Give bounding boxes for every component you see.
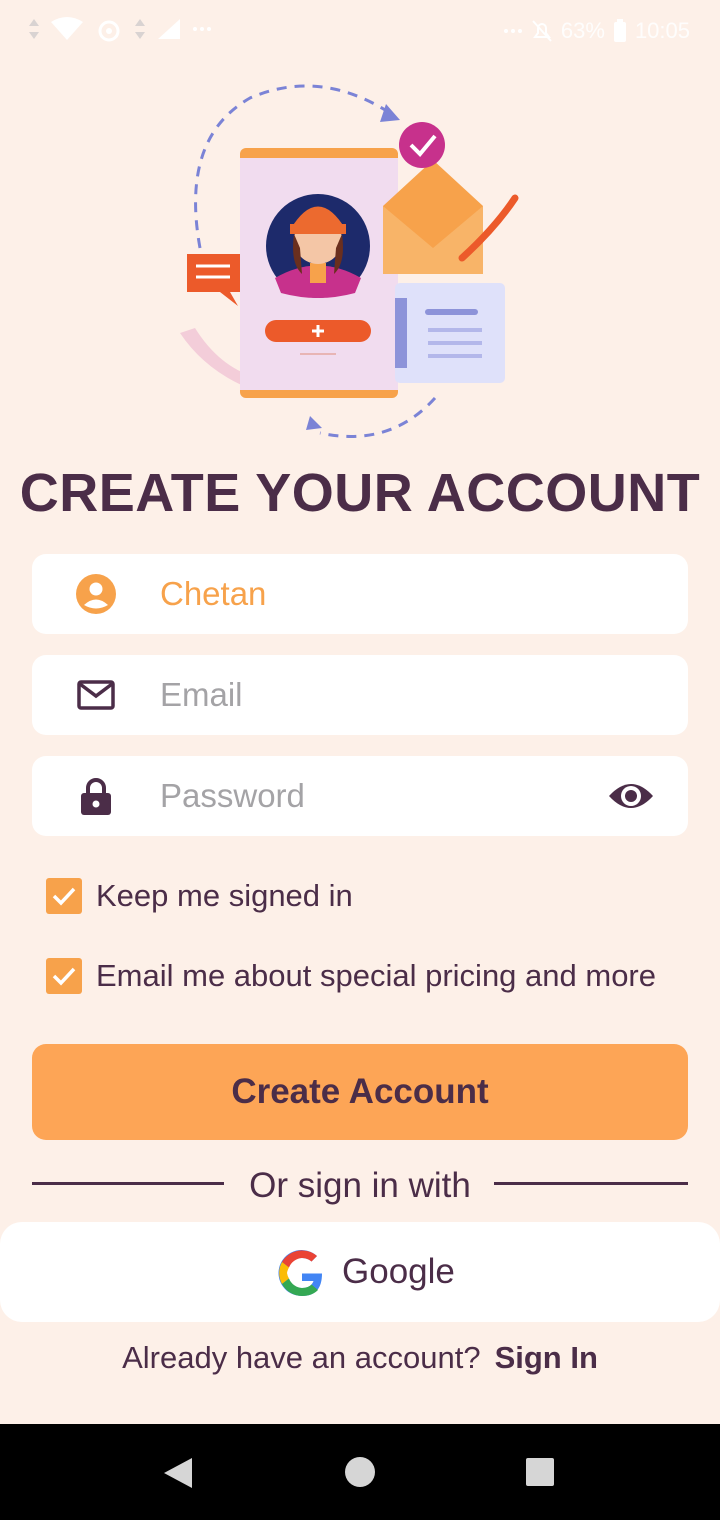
data-arrows-icon: [29, 19, 39, 39]
account-circle-icon: [76, 574, 116, 614]
password-input[interactable]: Password: [160, 776, 305, 816]
name-field[interactable]: Chetan: [32, 554, 688, 634]
status-icons-right: 63% 10:05: [503, 18, 690, 44]
password-field[interactable]: Password: [32, 756, 688, 836]
wifi-icon: [51, 17, 83, 40]
email-pricing-label: Email me about special pricing and more: [96, 958, 656, 993]
google-label: Google: [342, 1252, 455, 1291]
status-icons-left: [28, 16, 212, 42]
status-bar: 63% 10:05: [0, 0, 720, 64]
divider-text: Or sign in with: [249, 1166, 471, 1205]
name-input[interactable]: Chetan: [160, 574, 266, 614]
signin-link[interactable]: Sign In: [495, 1340, 598, 1375]
checkmark-icon: [52, 887, 76, 906]
keep-signed-in-row[interactable]: Keep me signed in: [46, 876, 353, 916]
clock: 10:05: [634, 18, 690, 43]
back-icon[interactable]: [162, 1456, 194, 1490]
divider-line-right: [494, 1182, 688, 1185]
mute-icon: [532, 20, 552, 42]
signin-prompt: Already have an account?: [122, 1340, 481, 1375]
google-signin-button[interactable]: Google: [0, 1222, 720, 1322]
email-field[interactable]: Email: [32, 655, 688, 735]
home-icon[interactable]: [344, 1456, 376, 1488]
more-icon: [503, 29, 522, 33]
more-icon: [193, 27, 211, 31]
navigation-bar: [0, 1424, 720, 1520]
create-account-button[interactable]: Create Account: [32, 1044, 688, 1140]
page-title: CREATE YOUR ACCOUNT: [19, 463, 701, 523]
email-pricing-row[interactable]: Email me about special pricing and more: [46, 956, 656, 996]
recents-icon[interactable]: [525, 1457, 555, 1487]
signin-row: Already have an account? Sign In: [0, 1340, 720, 1376]
email-pricing-checkbox[interactable]: [46, 958, 82, 994]
battery-percent: 63%: [560, 18, 605, 43]
checkmark-icon: [52, 967, 76, 986]
lock-icon: [81, 778, 111, 815]
keep-signed-in-checkbox[interactable]: [46, 878, 82, 914]
keep-signed-in-label: Keep me signed in: [96, 878, 353, 913]
data-arrows-icon: [135, 19, 145, 39]
battery-icon: [613, 19, 626, 42]
signal-icon: [158, 19, 180, 39]
signup-illustration: [180, 84, 519, 438]
email-input[interactable]: Email: [160, 675, 243, 715]
hotspot-icon: [98, 20, 120, 42]
eye-icon[interactable]: [606, 774, 656, 818]
mail-icon: [77, 680, 115, 710]
google-icon: [278, 1250, 322, 1297]
